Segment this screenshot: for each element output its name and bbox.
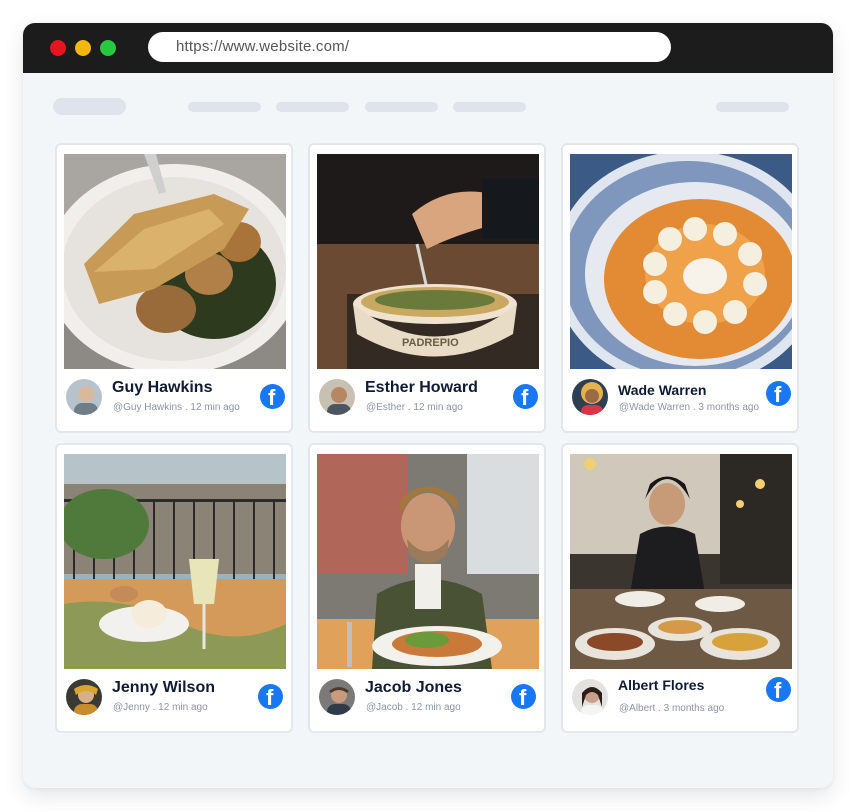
post-photo[interactable] <box>64 154 286 369</box>
close-window-button[interactable] <box>50 40 66 56</box>
facebook-icon[interactable]: f <box>513 384 538 409</box>
nav-placeholder-4 <box>453 102 526 112</box>
nav-placeholder-2 <box>276 102 349 112</box>
post-photo[interactable] <box>570 154 792 369</box>
nav-placeholder-3 <box>365 102 438 112</box>
post-card[interactable]: Albert Flores @Albert . 3 months ago f <box>561 443 799 733</box>
logo-placeholder <box>53 98 126 115</box>
avatar[interactable] <box>570 377 610 417</box>
avatar[interactable] <box>317 677 357 717</box>
address-bar[interactable]: https://www.website.com/ <box>148 32 671 62</box>
nav-placeholder-1 <box>188 102 261 112</box>
user-name[interactable]: Guy Hawkins <box>112 379 212 397</box>
avatar[interactable] <box>64 377 104 417</box>
post-meta: @Jacob . 12 min ago <box>366 702 461 713</box>
post-photo[interactable] <box>570 454 792 669</box>
minimize-window-button[interactable] <box>75 40 91 56</box>
browser-window: https://www.website.com/ Guy Hawkins @Gu… <box>23 23 833 788</box>
header-action-placeholder <box>716 102 789 112</box>
post-card[interactable]: Jenny Wilson @Jenny . 12 min ago f <box>55 443 293 733</box>
user-name[interactable]: Albert Flores <box>618 677 704 693</box>
post-card[interactable]: PADREPIO Esther Howard @Esther . 12 min … <box>308 143 546 433</box>
post-meta: @Jenny . 12 min ago <box>113 702 208 713</box>
post-card[interactable]: Wade Warren @Wade Warren . 3 months ago … <box>561 143 799 433</box>
facebook-icon[interactable]: f <box>511 684 536 709</box>
svg-text:PADREPIO: PADREPIO <box>402 337 459 349</box>
facebook-icon[interactable]: f <box>258 684 283 709</box>
post-meta: @Esther . 12 min ago <box>366 402 463 413</box>
user-name[interactable]: Jenny Wilson <box>112 679 215 697</box>
post-photo[interactable] <box>64 454 286 669</box>
post-photo[interactable]: PADREPIO <box>317 154 539 369</box>
facebook-icon[interactable]: f <box>766 381 791 406</box>
post-meta: @Wade Warren . 3 months ago <box>619 402 760 413</box>
facebook-icon[interactable]: f <box>766 677 791 702</box>
browser-title-bar: https://www.website.com/ <box>23 23 833 73</box>
user-name[interactable]: Esther Howard <box>365 379 478 397</box>
avatar[interactable] <box>317 377 357 417</box>
post-card[interactable]: Guy Hawkins @Guy Hawkins . 12 min ago f <box>55 143 293 433</box>
user-name[interactable]: Jacob Jones <box>365 679 462 697</box>
post-meta: @Guy Hawkins . 12 min ago <box>113 402 240 413</box>
avatar[interactable] <box>570 677 610 717</box>
post-meta: @Albert . 3 months ago <box>619 703 725 714</box>
user-name[interactable]: Wade Warren <box>618 382 706 398</box>
post-photo[interactable] <box>317 454 539 669</box>
post-card[interactable]: Jacob Jones @Jacob . 12 min ago f <box>308 443 546 733</box>
avatar[interactable] <box>64 677 104 717</box>
facebook-icon[interactable]: f <box>260 384 285 409</box>
maximize-window-button[interactable] <box>100 40 116 56</box>
